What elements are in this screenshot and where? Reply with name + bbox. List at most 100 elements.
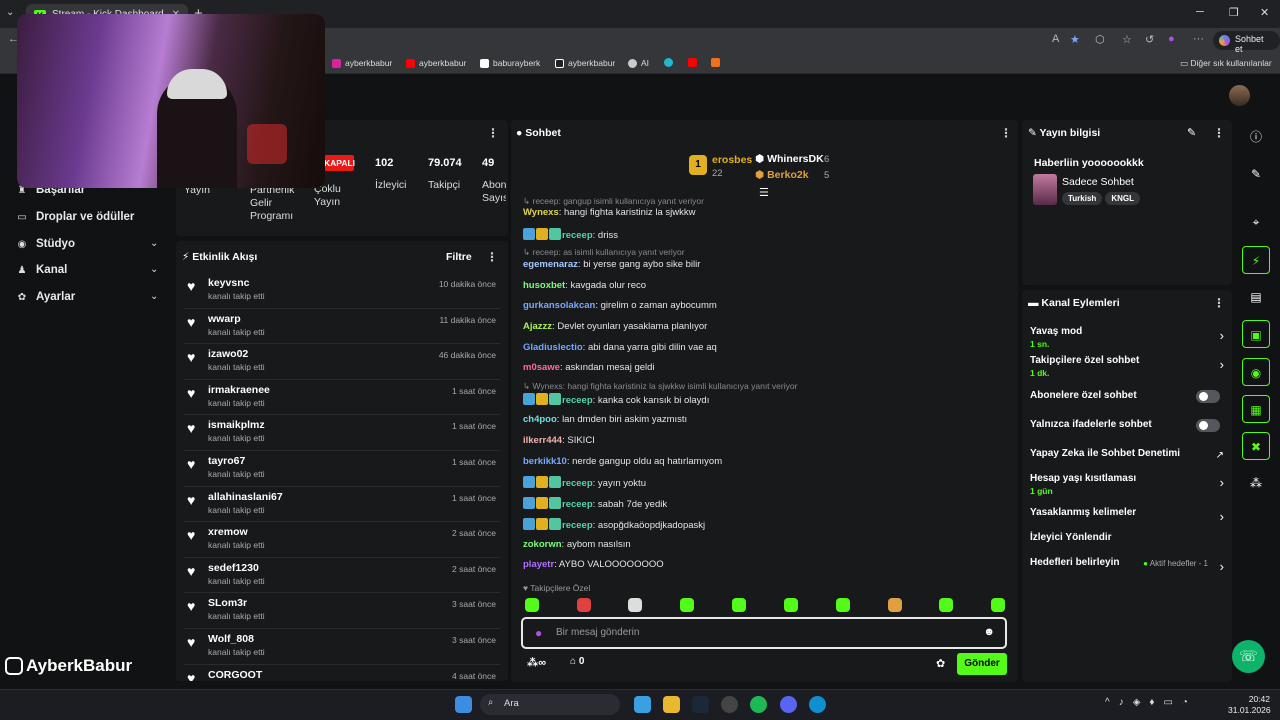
activity-item[interactable]: ♥ sedef1230 kanalı takip etti 2 saat önce <box>184 558 500 594</box>
category-thumbnail[interactable] <box>1033 174 1057 205</box>
channel-action-row[interactable]: Yasaklanmış kelimeler › <box>1030 507 1226 524</box>
emote-icon[interactable] <box>836 598 850 612</box>
steam-icon[interactable] <box>692 696 709 713</box>
chevron-right-icon[interactable]: › <box>1220 328 1224 343</box>
close-window-icon[interactable]: ✕ <box>1260 6 1269 19</box>
chat-message[interactable]: receep: yayın yoktu <box>523 476 646 489</box>
microphone-icon[interactable]: ● <box>535 626 542 640</box>
channel-action-row[interactable]: Abonelere özel sohbet <box>1030 390 1226 403</box>
chevron-down-icon[interactable]: ⌄ <box>150 291 158 302</box>
other-bookmarks-folder[interactable]: ▭ Diğer sık kullanılanlar <box>1180 58 1272 69</box>
stats-menu-icon[interactable]: ⋮ <box>487 126 499 140</box>
activity-username[interactable]: izawo02 <box>208 348 248 360</box>
chat-message[interactable]: ilkerr444: SIKICI <box>523 435 595 446</box>
emote-icon[interactable] <box>525 598 539 612</box>
chevron-down-icon[interactable]: ⌄ <box>150 238 158 249</box>
chat-username[interactable]: Wynexs <box>523 207 559 218</box>
edge-icon[interactable] <box>809 696 826 713</box>
url-field[interactable] <box>330 30 1160 50</box>
channel-action-row[interactable]: Takipçilere özel sohbet 1 dk. › <box>1030 355 1226 378</box>
support-fab-icon[interactable]: ☏ <box>1232 640 1265 673</box>
activity-username[interactable]: sedef1230 <box>208 562 259 574</box>
chat-message[interactable]: egemenaraz: bi yerse gang aybo sike bili… <box>523 259 700 270</box>
emote-icon[interactable] <box>784 598 798 612</box>
obs-icon[interactable] <box>721 696 738 713</box>
taskbar-search[interactable]: ⌕ Ara <box>480 694 620 715</box>
favorite-star-icon[interactable]: ★ <box>1070 33 1080 46</box>
emote-icon[interactable] <box>680 598 694 612</box>
chat-bubble-icon[interactable]: ▣ <box>1242 320 1270 348</box>
spotify-icon[interactable] <box>750 696 767 713</box>
chat-settings-icon[interactable]: ✿ <box>936 657 945 670</box>
channel-actions-menu-icon[interactable]: ⋮ <box>1213 296 1225 310</box>
toggle-switch[interactable] <box>1196 419 1220 432</box>
chat-username[interactable]: ilkerr444 <box>523 435 562 446</box>
profile-icon[interactable]: ● <box>1168 33 1175 45</box>
chat-username[interactable]: receep <box>562 395 593 406</box>
activity-username[interactable]: tayro67 <box>208 455 245 467</box>
channel-points[interactable]: ⁂∞ <box>527 656 546 669</box>
chat-message[interactable]: m0sawe: askından mesaj geldi <box>523 362 655 373</box>
chat-username[interactable]: playetr <box>523 559 554 570</box>
chat-username[interactable]: Gladiuslectio <box>523 342 583 353</box>
activity-item[interactable]: ♥ SLom3r kanalı takip etti 3 saat önce <box>184 593 500 629</box>
external-link-icon[interactable]: ↗ <box>1216 450 1224 461</box>
sidebar-item-channel[interactable]: ♟ Kanal <box>16 264 68 276</box>
chat-menu-icon[interactable]: ⋮ <box>1000 126 1012 140</box>
activity-item[interactable]: ♥ wwarp kanalı takip etti 11 dakika önce <box>184 309 500 345</box>
toggle-switch[interactable] <box>1196 390 1220 403</box>
activity-username[interactable]: Wolf_808 <box>208 633 254 645</box>
chat-username[interactable]: zokorwn <box>523 539 562 550</box>
bookmark-youtube-2[interactable] <box>688 58 697 67</box>
chat-message[interactable]: Wynexs: hangi fighta karistiniz la sjwkk… <box>523 207 696 218</box>
chevron-right-icon[interactable]: › <box>1220 475 1224 490</box>
stream-category[interactable]: Sadece Sohbet <box>1062 176 1134 188</box>
discord-icon[interactable] <box>780 696 797 713</box>
channel-action-row[interactable]: Yapay Zeka ile Sohbet Denetimi ↗ <box>1030 448 1226 461</box>
channel-action-row[interactable]: Yalnızca ifadelerle sohbet <box>1030 419 1226 432</box>
tag-chip[interactable]: KNGL <box>1105 192 1140 205</box>
activity-item[interactable]: ♥ keyvsnc kanalı takip etti 10 dakika önce <box>184 273 500 309</box>
chat-message[interactable]: zokorwn: aybom nasılsın <box>523 539 631 550</box>
channel-action-row[interactable]: Hesap yaşı kısıtlaması 1 gün › <box>1030 473 1226 496</box>
more-menu-icon[interactable]: ··· <box>1193 33 1204 45</box>
chat-username[interactable]: husoxbet <box>523 280 565 291</box>
bookmark-instagram[interactable]: ayberkbabur <box>332 58 392 68</box>
activity-item[interactable]: ♥ irmakraenee kanalı takip etti 1 saat önce <box>184 380 500 416</box>
chat-message[interactable]: gurkansolakcan: girelim o zaman aybocumm <box>523 300 717 311</box>
maximize-icon[interactable]: ❐ <box>1229 6 1239 19</box>
activity-item[interactable]: ♥ xremow kanalı takip etti 2 saat önce <box>184 522 500 558</box>
emoji-picker-icon[interactable]: ☻ <box>983 626 995 638</box>
send-button[interactable]: Gönder <box>957 653 1007 675</box>
activity-filter-button[interactable]: Filtre <box>446 251 472 263</box>
file-explorer-icon[interactable] <box>663 696 680 713</box>
user-avatar[interactable] <box>1229 85 1250 106</box>
layout-icon[interactable]: ▦ <box>1242 395 1270 423</box>
chevron-down-icon[interactable]: ⌄ <box>150 264 158 275</box>
activity-username[interactable]: allahinaslani67 <box>208 491 283 503</box>
leader-2-name[interactable]: ⬢ WhinersDK <box>755 153 824 165</box>
bolt-icon[interactable]: ⚡ <box>1242 246 1270 274</box>
activity-item[interactable]: ♥ tayro67 kanalı takip etti 1 saat önce <box>184 451 500 487</box>
sidebar-item-settings[interactable]: ✿ Ayarlar <box>16 291 75 303</box>
tab-list-chevron-icon[interactable]: ⌄ <box>6 7 14 18</box>
chat-message[interactable]: Ajazzz: Devlet oyunları yasaklama planlı… <box>523 321 707 332</box>
activity-username[interactable]: ismaikplmz <box>208 419 265 431</box>
sidebar-item-studio[interactable]: ◉ Stüdyo <box>16 238 75 250</box>
activity-username[interactable]: wwarp <box>208 313 241 325</box>
chat-username[interactable]: Ajazzz <box>523 321 552 332</box>
emote-icon[interactable] <box>732 598 746 612</box>
chat-message[interactable]: playetr: AYBO VALOOOOOOOO <box>523 559 664 570</box>
leader-1-name[interactable]: erosbes <box>712 154 752 166</box>
emote-icon[interactable] <box>628 598 642 612</box>
taskbar-clock[interactable]: 20:42 31.01.2026 <box>1228 694 1271 716</box>
chat-message[interactable]: receep: sabah 7de yedik <box>523 497 667 510</box>
leader-3-name[interactable]: ⬢ Berko2k <box>755 169 809 181</box>
activity-username[interactable]: keyvsnc <box>208 277 249 289</box>
edit-icon[interactable]: ✎ <box>1242 160 1270 188</box>
chat-message[interactable]: ch4poo: lan dmden biri askim yazmıstı <box>523 414 687 425</box>
tray-icons[interactable]: ^♪◈♦▭◔ <box>1105 697 1197 708</box>
bookmark-x[interactable]: baburayberk <box>480 58 540 68</box>
bookmark-cloud[interactable] <box>664 58 673 67</box>
activity-item[interactable]: ♥ izawo02 kanalı takip etti 46 dakika önce <box>184 344 500 380</box>
